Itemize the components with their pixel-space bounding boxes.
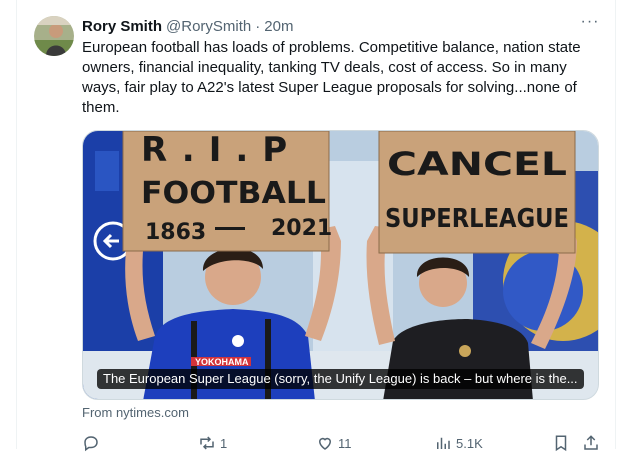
views-count: 5.1K	[456, 435, 483, 451]
bookmark-button[interactable]	[552, 434, 574, 452]
tweet-header: Rory Smith @RorySmith · 20m	[82, 16, 293, 36]
more-options-icon[interactable]: ···	[580, 14, 600, 36]
tweet-text: European football has loads of problems.…	[82, 39, 581, 116]
analytics-icon	[437, 437, 450, 449]
sign-left-year-2: 2021	[271, 216, 332, 241]
link-card[interactable]: YOKOHAMA R.I.P FOOTBALL 1863 2021 CANCEL…	[82, 130, 599, 400]
like-count: 11	[338, 435, 352, 451]
author-name[interactable]: Rory Smith	[82, 18, 162, 35]
card-source[interactable]: From nytimes.com	[82, 405, 189, 420]
share-button[interactable]	[582, 434, 604, 452]
repost-icon	[200, 436, 214, 450]
timestamp[interactable]: 20m	[264, 18, 293, 35]
repost-button[interactable]: 1	[198, 434, 227, 452]
separator: ·	[255, 17, 261, 35]
sign-right-line-1: CANCEL	[387, 145, 567, 183]
reply-icon	[84, 436, 98, 452]
share-icon	[584, 435, 598, 450]
heart-icon	[318, 437, 332, 450]
bookmark-icon	[555, 435, 567, 452]
reply-button[interactable]	[82, 434, 104, 452]
sign-right-line-2: SUPERLEAGUE	[385, 204, 569, 234]
sign-left-year-1: 1863	[145, 220, 206, 245]
shirt-sponsor: YOKOHAMA	[195, 357, 249, 367]
sign-left-line-1: R.I.P	[141, 131, 301, 170]
like-button[interactable]: 11	[316, 434, 352, 452]
card-image: YOKOHAMA R.I.P FOOTBALL 1863 2021 CANCEL…	[83, 131, 598, 399]
repost-count: 1	[220, 435, 228, 451]
card-headline[interactable]: The European Super League (sorry, the Un…	[97, 369, 584, 389]
views-button[interactable]: 5.1K	[434, 434, 483, 452]
author-handle[interactable]: @RorySmith	[166, 18, 251, 35]
action-bar: 1 11 5.1K	[82, 434, 602, 452]
sign-left-line-2: FOOTBALL	[141, 176, 326, 211]
avatar[interactable]	[34, 16, 74, 56]
